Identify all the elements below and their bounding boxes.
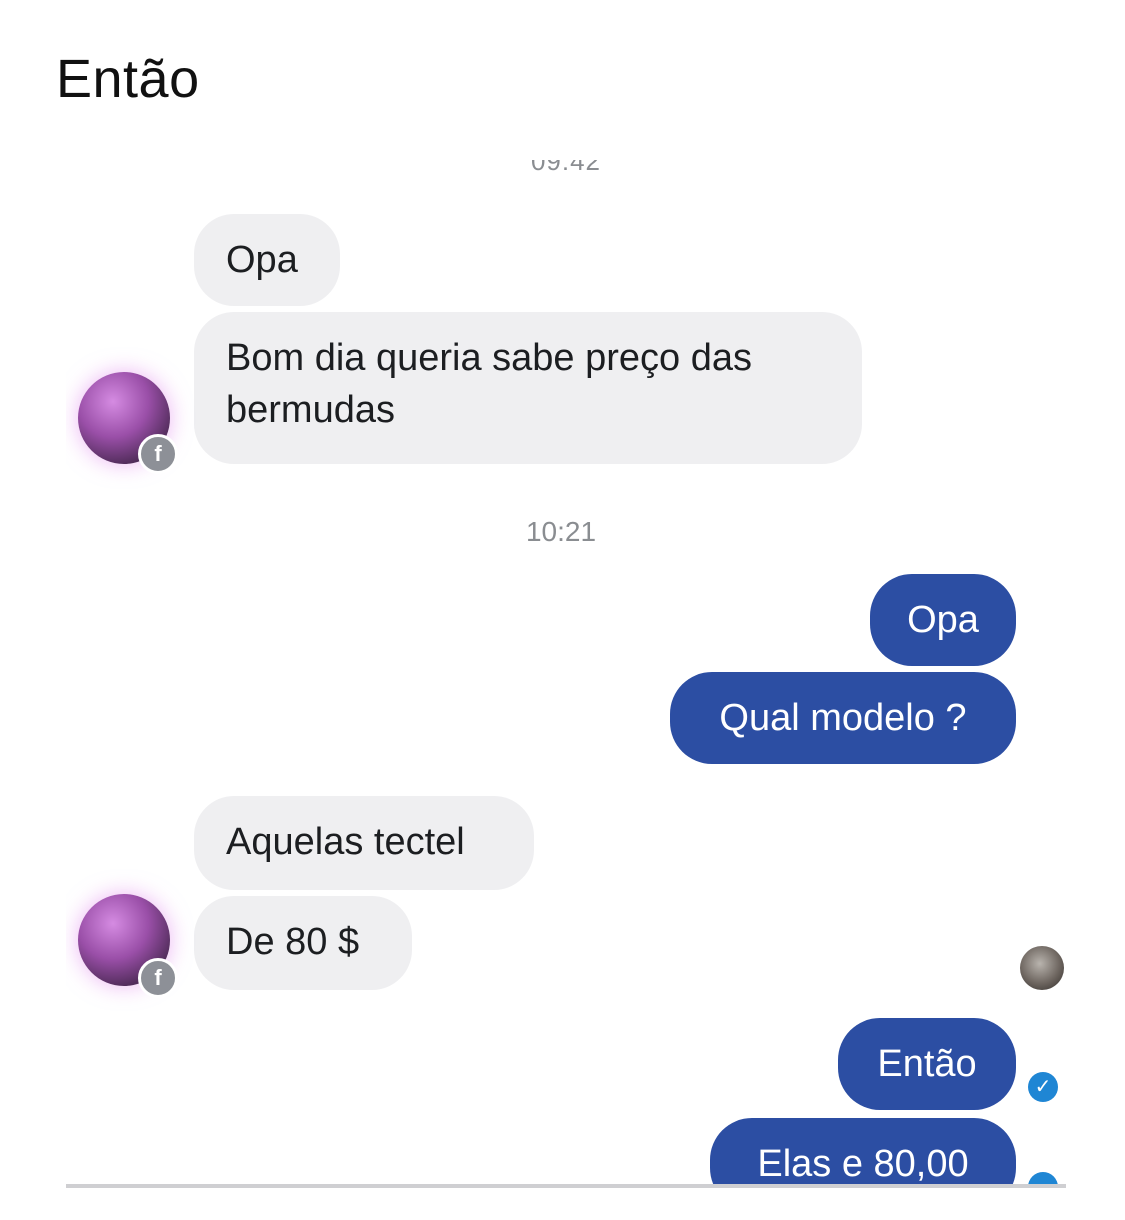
message-text: Então bbox=[877, 1043, 977, 1085]
timestamp: 10:21 bbox=[525, 516, 597, 547]
facebook-badge-icon: f bbox=[138, 434, 178, 474]
message-text: Opa bbox=[226, 239, 298, 281]
message-text: Qual modelo ? bbox=[719, 697, 967, 739]
message-bubble-sent[interactable]: Qual modelo ? bbox=[670, 672, 1016, 764]
delivered-check-icon: ✓ bbox=[1028, 1072, 1058, 1102]
message-text: Aquelas tectel bbox=[226, 821, 465, 863]
message-text-line: Bom dia queria sabe preço das bbox=[226, 337, 752, 379]
seen-avatar-icon bbox=[1020, 946, 1064, 990]
message-bubble-received[interactable]: De 80 $ bbox=[194, 896, 412, 990]
message-bubble-sent[interactable]: Então bbox=[838, 1018, 1016, 1110]
message-text: Opa bbox=[907, 599, 979, 641]
screenshot-bottom-edge bbox=[66, 1184, 1066, 1188]
chat-screenshot: 09:42 Opa Bom dia queria sabe preço das … bbox=[66, 160, 1066, 1186]
message-bubble-received[interactable]: Bom dia queria sabe preço das bermudas bbox=[194, 312, 862, 464]
message-text: Elas e 80,00 bbox=[757, 1143, 969, 1185]
post-caption: Então bbox=[56, 49, 200, 109]
message-bubble-sent[interactable]: Opa bbox=[870, 574, 1016, 666]
message-bubble-received[interactable]: Aquelas tectel bbox=[194, 796, 534, 890]
cut-timestamp: 09:42 bbox=[530, 160, 602, 176]
facebook-badge-icon: f bbox=[138, 958, 178, 998]
message-bubble-sent[interactable]: Elas e 80,00 bbox=[710, 1118, 1016, 1186]
message-text: De 80 $ bbox=[226, 921, 360, 963]
message-text-line: bermudas bbox=[226, 389, 395, 431]
message-bubble-received[interactable]: Opa bbox=[194, 214, 340, 306]
